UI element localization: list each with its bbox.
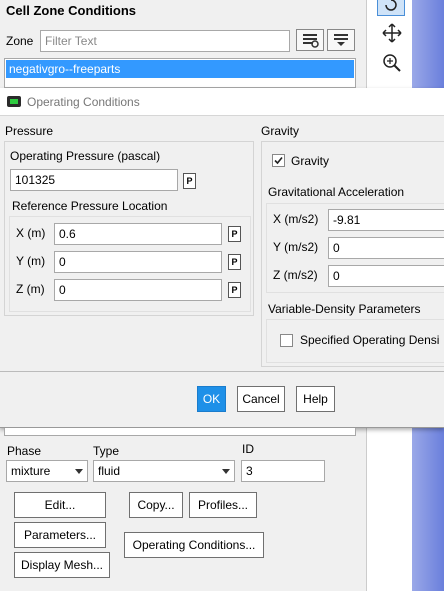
- rotate-icon: [385, 0, 397, 11]
- grav-z-input[interactable]: 0: [328, 265, 444, 287]
- move-icon: [382, 23, 402, 43]
- id-input[interactable]: 3: [241, 460, 325, 482]
- type-select[interactable]: fluid: [93, 460, 235, 482]
- ref-x-input[interactable]: 0.6: [54, 223, 222, 245]
- gravity-group: Gravity Gravitational Acceleration X (m/…: [261, 141, 444, 367]
- type-label: Type: [93, 444, 120, 458]
- var-density-group: Specified Operating Densi: [266, 319, 444, 363]
- profiles-button[interactable]: Profiles...: [189, 492, 257, 518]
- ref-z-label: Z (m): [16, 282, 45, 296]
- operating-conditions-button[interactable]: Operating Conditions...: [124, 532, 264, 558]
- operating-pressure-label: Operating Pressure (pascal): [10, 149, 161, 163]
- phase-label: Phase: [7, 444, 42, 458]
- list-menu-button[interactable]: [327, 29, 355, 51]
- specified-density-checkbox[interactable]: [280, 334, 293, 347]
- edit-button[interactable]: Edit...: [14, 492, 106, 518]
- grav-z-label: Z (m/s2): [273, 268, 318, 282]
- grav-y-label: Y (m/s2): [273, 240, 319, 254]
- list-settings-icon: [303, 34, 319, 48]
- fluent-app-icon: [7, 96, 21, 107]
- phase-select-value: mixture: [11, 464, 51, 478]
- grav-x-label: X (m/s2): [273, 212, 319, 226]
- chevron-down-icon: [75, 469, 83, 474]
- zoom-button[interactable]: [381, 52, 403, 74]
- grav-x-input[interactable]: -9.81: [328, 209, 444, 231]
- grav-accel-label: Gravitational Acceleration: [268, 185, 405, 199]
- operating-conditions-dialog: Operating Conditions Pressure Operating …: [0, 88, 444, 428]
- ref-z-input[interactable]: 0: [54, 279, 222, 301]
- ref-x-label: X (m): [16, 226, 46, 240]
- parameter-button-ref-y[interactable]: P: [228, 254, 241, 270]
- dialog-title: Operating Conditions: [27, 95, 140, 109]
- checkmark-icon: [274, 156, 283, 165]
- var-density-label: Variable-Density Parameters: [268, 302, 421, 316]
- ref-y-input[interactable]: 0: [54, 251, 222, 273]
- zone-list-item-selected[interactable]: negativgro--freeparts: [6, 60, 354, 78]
- specified-density-label: Specified Operating Densi: [300, 333, 440, 347]
- chevron-down-icon: [222, 469, 230, 474]
- ref-y-label: Y (m): [16, 254, 46, 268]
- dialog-title-bar: Operating Conditions: [0, 88, 444, 116]
- parameters-button[interactable]: Parameters...: [14, 522, 106, 548]
- operating-pressure-input[interactable]: 101325: [10, 169, 178, 191]
- pressure-section-label: Pressure: [5, 124, 54, 138]
- pan-button[interactable]: [381, 22, 403, 44]
- ref-location-group: X (m) 0.6 P Y (m) 0 P Z (m) 0 P: [9, 216, 251, 312]
- dialog-separator: [0, 371, 444, 372]
- zone-list-bottom-edge: [4, 428, 356, 436]
- type-select-value: fluid: [98, 464, 121, 478]
- gravity-section-label: Gravity: [261, 124, 300, 138]
- cancel-button[interactable]: Cancel: [237, 386, 285, 412]
- copy-button[interactable]: Copy...: [129, 492, 183, 518]
- display-mesh-button[interactable]: Display Mesh...: [14, 552, 110, 578]
- filter-options-button[interactable]: [296, 29, 324, 51]
- grav-accel-group: X (m/s2) -9.81 Y (m/s2) 0 Z (m/s2) 0: [266, 203, 444, 293]
- id-label: ID: [242, 442, 254, 456]
- pressure-group: Operating Pressure (pascal) 101325 P Ref…: [4, 141, 254, 316]
- gravity-checkbox[interactable]: [272, 154, 285, 167]
- zone-label: Zone: [6, 34, 34, 48]
- panel-title: Cell Zone Conditions: [6, 3, 136, 18]
- parameter-button-op-pressure[interactable]: P: [183, 173, 196, 189]
- gravity-checkbox-label: Gravity: [291, 154, 330, 168]
- phase-select[interactable]: mixture: [6, 460, 88, 482]
- grav-y-input[interactable]: 0: [328, 237, 444, 259]
- rotate-button[interactable]: [377, 0, 405, 16]
- parameter-button-ref-z[interactable]: P: [228, 282, 241, 298]
- ref-location-label: Reference Pressure Location: [12, 199, 168, 213]
- ok-button[interactable]: OK: [197, 386, 226, 412]
- list-menu-icon: [334, 34, 348, 46]
- zoom-icon: [383, 54, 401, 72]
- filter-text-input[interactable]: Filter Text: [40, 30, 290, 52]
- parameter-button-ref-x[interactable]: P: [228, 226, 241, 242]
- help-button[interactable]: Help: [296, 386, 335, 412]
- zone-list: negativgro--freeparts: [4, 58, 356, 88]
